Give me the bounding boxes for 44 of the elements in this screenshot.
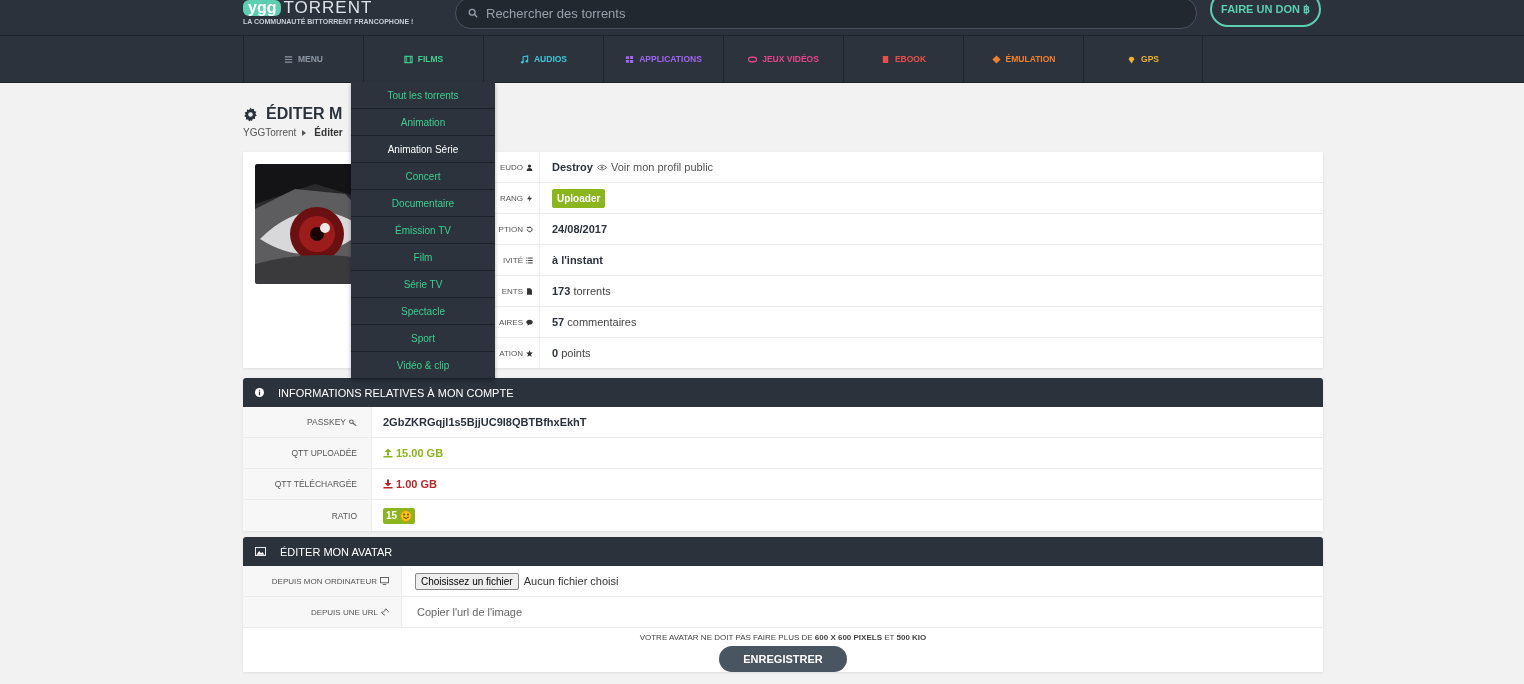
- file-status: Aucun fichier choisi: [523, 575, 619, 587]
- search-field[interactable]: Rechercher des torrents: [455, 0, 1197, 29]
- breadcrumb-current: Éditer: [314, 127, 343, 138]
- field-value: 24/08/2017: [552, 223, 608, 235]
- dropdown-item[interactable]: Tout les torrents: [351, 82, 495, 109]
- field-label: RANG: [499, 193, 523, 203]
- card-title: ÉDITER MON AVATAR: [280, 545, 393, 558]
- passkey-value: 2GbZKRGqjl1s5BjjUC9I8QBTBfhxEkhT: [383, 416, 587, 428]
- page-title: ÉDITER M: [266, 105, 343, 123]
- field-label: AIRES: [499, 317, 523, 327]
- field-label: ENTS: [501, 286, 523, 296]
- nav-tab[interactable]: GPS: [1083, 36, 1203, 82]
- field-label: EUDO: [499, 162, 523, 172]
- donate-button[interactable]: FAIRE UN DON ฿: [1210, 0, 1321, 27]
- profile-link[interactable]: Voir mon profil public: [610, 161, 714, 173]
- card-title: INFORMATIONS RELATIVES À MON COMPTE: [278, 386, 514, 399]
- field-value: 57 commentaires: [552, 316, 637, 328]
- field-value: à l'instant: [552, 254, 603, 266]
- ratio-badge: 15: [383, 507, 416, 524]
- field-value: 173 torrents: [552, 285, 611, 297]
- nav-tab[interactable]: EBOOK: [843, 36, 963, 82]
- field-value: 0 points: [552, 347, 591, 359]
- file-button[interactable]: Choisissez un fichier: [415, 572, 519, 590]
- field-label: PTION: [498, 224, 523, 234]
- logo-text[interactable]: TORRENT: [283, 0, 373, 16]
- upload-amount: 15.00 GB: [396, 447, 444, 459]
- save-button[interactable]: ENREGISTRER: [719, 646, 847, 672]
- rank-badge: Uploader: [552, 188, 606, 208]
- nav-tab[interactable]: APPLICATIONS: [603, 36, 723, 82]
- field-label: ATION: [499, 348, 523, 358]
- nav-tab[interactable]: ÉMULATION: [963, 36, 1083, 82]
- size-note: VOTRE AVATAR NE DOIT PAS FAIRE PLUS DE 600 X 600 PIXELS ET 500 KIO: [638, 632, 928, 644]
- dropdown-item[interactable]: Animation: [351, 109, 495, 136]
- field-label: QTT UPLOADÉE: [291, 448, 357, 458]
- field-label: PASSKEY: [306, 417, 346, 427]
- field-label: IVITÉ: [503, 255, 523, 265]
- username: Destroy: [552, 161, 593, 173]
- breadcrumb-link[interactable]: YGGTorrent: [243, 127, 297, 138]
- download-amount: 1.00 GB: [396, 478, 437, 490]
- field-label: QTT TÉLÉCHARGÉE: [274, 479, 357, 489]
- field-label: RATIO: [331, 510, 357, 521]
- nav-tab[interactable]: JEUX VIDÉOS: [723, 36, 843, 82]
- field-label: DEPUIS UNE URL: [310, 607, 378, 617]
- field-label: DEPUIS MON ORDINATEUR: [271, 576, 377, 586]
